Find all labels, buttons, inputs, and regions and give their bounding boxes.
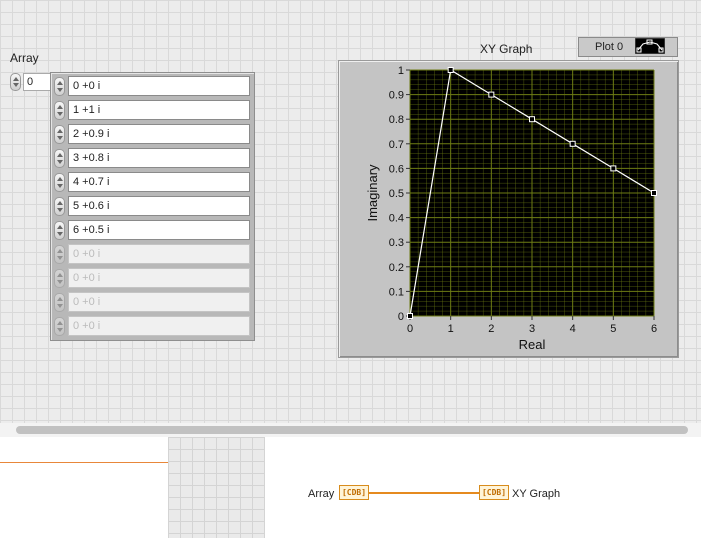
x-tick-label: 2 [488,323,494,335]
x-axis-label: Real [519,337,546,352]
element-spin-icon [54,293,65,312]
xy-graph[interactable]: 0 1 2 3 4 5 6 0 0.1 0.2 0.3 0.4 0.5 0.6 0.7 0.8 0.9 1 Real… [338,60,679,358]
data-point [651,190,657,196]
element-spin-icon[interactable] [54,197,65,216]
array-element-value[interactable]: 0 +0 i [68,244,250,264]
data-point [610,165,617,172]
horizontal-scrollbar[interactable] [16,426,688,434]
y-tick-label: 0.5 [389,188,404,200]
array-element[interactable]: 6 +0.5 i [53,219,253,241]
array-element-value[interactable]: 1 +1 i [68,100,250,120]
index-increment-icon[interactable] [10,73,21,91]
element-spin-icon [54,269,65,288]
element-spin-icon[interactable] [54,101,65,120]
data-point [488,91,495,98]
array-element-value[interactable]: 5 +0.6 i [68,196,250,216]
element-spin-icon[interactable] [54,149,65,168]
y-tick-label: 1 [398,65,404,77]
array-element[interactable]: 1 +1 i [53,99,253,121]
array-element[interactable]: 0 +0 i [53,75,253,97]
y-axis-label: Imaginary [365,164,380,222]
array-element[interactable]: 4 +0.7 i [53,171,253,193]
element-spin-icon[interactable] [54,221,65,240]
array-element-value[interactable]: 0 +0 i [68,76,250,96]
y-tick-label: 0.7 [389,139,404,151]
array-element-empty[interactable]: 0 +0 i [53,267,253,289]
data-point [569,140,576,147]
data-point [447,67,454,73]
front-panel: Array 0 0 +0 i 1 +1 i 2 +0.9 i 3 +0.8 i … [0,0,701,423]
array-element-value[interactable]: 0 +0 i [68,268,250,288]
plot-legend-label: Plot 0 [595,41,624,53]
block-diagram-grid [168,437,265,538]
y-tick-label: 0.1 [389,286,404,298]
y-tick-label: 0.8 [389,114,404,126]
array-terminal[interactable]: [CDB] [339,485,369,500]
x-tick-label: 3 [529,323,535,335]
y-tick-label: 0.6 [389,163,404,175]
plot-style-icon[interactable] [635,38,665,54]
array-element[interactable]: 2 +0.9 i [53,123,253,145]
array-element-empty[interactable]: 0 +0 i [53,291,253,313]
y-tick-label: 0.9 [389,90,404,102]
array-element-value[interactable]: 2 +0.9 i [68,124,250,144]
element-spin-icon[interactable] [54,125,65,144]
xy-graph-terminal[interactable]: [CDB] [479,485,509,500]
graph-title: XY Graph [480,42,533,56]
data-point [529,116,535,123]
data-wire[interactable] [369,492,479,494]
y-tick-label: 0.3 [389,237,404,249]
array-element-value[interactable]: 6 +0.5 i [68,220,250,240]
block-diagram-divider [0,462,168,463]
array-element-value[interactable]: 0 +0 i [68,316,250,336]
element-spin-icon[interactable] [54,77,65,96]
array-element-value[interactable]: 3 +0.8 i [68,148,250,168]
array-element-empty[interactable]: 0 +0 i [53,243,253,265]
data-point [407,313,413,319]
array-index-control[interactable]: 0 [10,73,56,91]
array-control: 0 +0 i 1 +1 i 2 +0.9 i 3 +0.8 i 4 +0.7 i… [50,72,255,341]
array-element[interactable]: 3 +0.8 i [53,147,253,169]
element-spin-icon[interactable] [54,173,65,192]
xy-graph-terminal-label: XY Graph [512,488,561,500]
array-label: Array [10,51,39,65]
array-element[interactable]: 5 +0.6 i [53,195,253,217]
y-tick-label: 0.2 [389,262,404,274]
array-element-value[interactable]: 0 +0 i [68,292,250,312]
array-element-empty[interactable]: 0 +0 i [53,315,253,337]
x-tick-label: 4 [570,323,576,335]
element-spin-icon [54,317,65,336]
x-tick-label: 0 [407,323,413,335]
x-tick-label: 6 [651,323,657,335]
array-element-value[interactable]: 4 +0.7 i [68,172,250,192]
element-spin-icon [54,245,65,264]
array-terminal-label: Array [308,488,335,500]
x-tick-label: 5 [610,323,616,335]
y-tick-label: 0.4 [389,213,404,225]
y-tick-label: 0 [398,311,404,323]
x-tick-label: 1 [448,323,454,335]
